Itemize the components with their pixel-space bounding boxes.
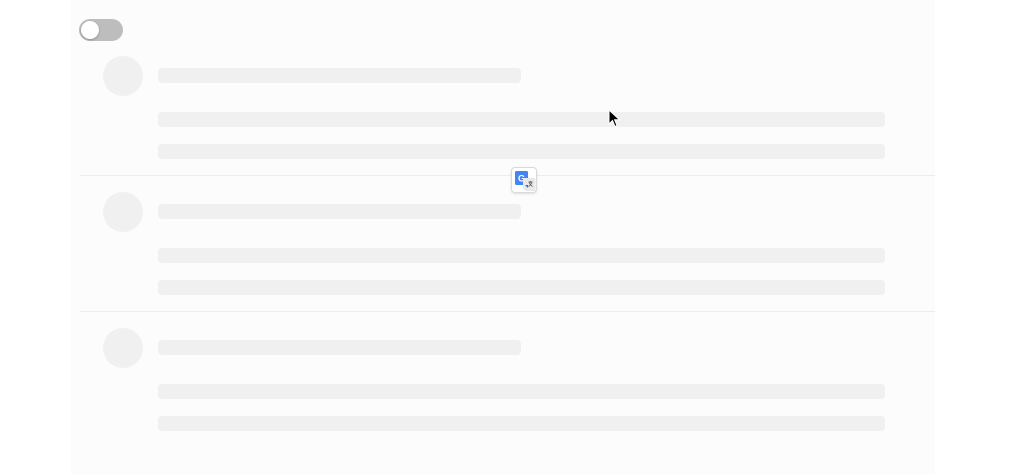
text-line-placeholder (158, 416, 885, 431)
text-line-placeholder (158, 112, 885, 127)
row-divider (80, 175, 935, 176)
avatar-placeholder (103, 56, 143, 96)
mouse-pointer-icon (608, 109, 621, 128)
google-translate-glyph: G (515, 171, 536, 191)
text-line-placeholder (158, 144, 885, 159)
text-line-placeholder (158, 384, 885, 399)
title-placeholder (158, 340, 521, 355)
avatar-placeholder (103, 192, 143, 232)
row-divider (80, 311, 935, 312)
text-line-placeholder (158, 280, 885, 295)
title-placeholder (158, 204, 521, 219)
google-translate-icon[interactable]: G (511, 167, 537, 193)
text-line-placeholder (158, 248, 885, 263)
avatar-placeholder (103, 328, 143, 368)
title-placeholder (158, 68, 521, 83)
